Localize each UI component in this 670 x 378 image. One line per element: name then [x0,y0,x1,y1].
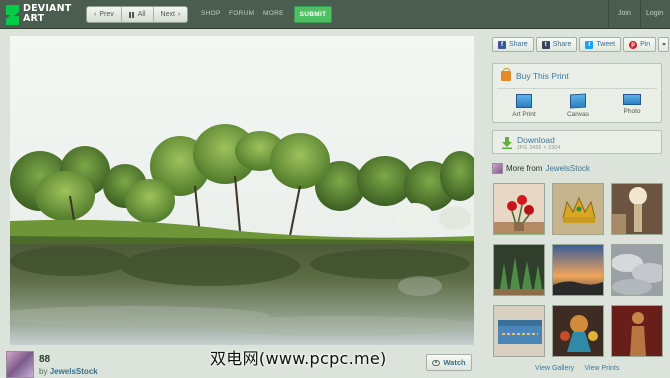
twitter-icon: t [585,40,594,49]
share-label: Pin [640,41,651,48]
download-meta: JPG 3456 × 2304 [517,145,561,151]
facebook-share-button[interactable]: f Share [492,37,534,52]
twitter-share-button[interactable]: t Tweet [579,37,622,52]
statue-thumb [612,306,662,356]
gallery-thumb[interactable] [552,183,604,235]
watch-button[interactable]: Watch [426,354,472,371]
divider [497,88,657,89]
watch-label: Watch [443,358,466,367]
nav-forum[interactable]: FORUM [229,10,254,17]
buy-print-header[interactable]: Buy This Print [501,68,569,81]
more-from-author-link[interactable]: JewelsStock [545,164,589,173]
art-print-icon [516,94,532,108]
top-bar: DEVIANT ART ‹ Prev All Next › SHOP FORUM… [0,0,670,29]
red-tulips-thumb [494,184,544,234]
submit-button[interactable]: SUBMIT [294,6,332,23]
next-label: Next [160,11,175,18]
separator-dot: · [578,365,581,372]
deviantart-logo[interactable]: DEVIANT ART [6,3,76,26]
blue-box-thumb [494,306,544,356]
crown-thumb [553,184,603,234]
chevron-right-icon: › [177,11,181,18]
deviantart-logo-icon [6,5,19,25]
download-panel[interactable]: Download JPG 3456 × 2304 [492,130,662,154]
gallery-thumb[interactable] [493,183,545,235]
by-prefix: by [39,367,48,376]
browse-nav-group: ‹ Prev All Next › [86,6,189,23]
buy-print-title: Buy This Print [516,71,569,81]
top-divider [608,0,609,29]
cloudy-sky-thumb [612,245,662,295]
share-label: Share [509,41,528,48]
download-arrow-icon [502,137,512,149]
more-share-dropdown[interactable] [658,37,670,52]
art-print-option[interactable]: Art Print [501,94,547,118]
pinterest-icon: p [629,40,638,49]
view-prints-link[interactable]: View Prints [585,365,620,372]
author-mini-avatar[interactable] [492,163,503,174]
download-title: Download [517,135,555,145]
grid-icon [128,11,135,18]
share-label: Share [552,41,572,48]
figurine-thumb [553,306,603,356]
share-label: Tweet [596,41,616,48]
canvas-icon [570,93,586,109]
cactus-thumb [494,245,544,295]
artwork-image[interactable] [10,36,474,345]
gallery-thumb[interactable] [611,244,663,296]
favourites-count: 88 [39,354,51,365]
prev-button[interactable]: ‹ Prev [87,7,122,22]
canvas-option[interactable]: Canvas [555,93,601,118]
all-label: All [137,11,146,18]
sunset-sky-thumb [553,245,603,295]
gallery-thumb[interactable] [611,183,663,235]
login-link[interactable]: Login [646,10,663,17]
shopping-bag-icon [501,68,511,81]
nav-shop[interactable]: SHOP [201,10,221,17]
all-button[interactable]: All [122,7,154,22]
next-button[interactable]: Next › [154,7,188,22]
watermark-text: 双电网(www.pcpc.me) [210,349,387,368]
share-bar: f Share t Share t Tweet p Pin [492,37,670,52]
art-print-label: Art Print [512,111,536,118]
facebook-icon: f [498,40,506,49]
chevron-left-icon: ‹ [94,11,97,18]
lake-trees-photo [10,36,474,345]
gallery-thumb[interactable] [552,244,604,296]
tumblr-icon: t [541,40,550,49]
author-link[interactable]: JewelsStock [50,367,98,376]
canvas-label: Canvas [566,111,590,118]
tumblr-share-button[interactable]: t Share [535,37,578,52]
pinterest-share-button[interactable]: p Pin [623,37,657,52]
nav-more[interactable]: MORE [263,10,284,17]
logo-text-line2: ART [23,13,45,24]
photo-option[interactable]: Photo [609,94,655,115]
eye-icon [432,359,441,366]
gallery-thumb[interactable] [552,305,604,357]
prev-label: Prev [99,11,114,18]
gallery-footer: View Gallery · View Prints [535,365,619,372]
join-link[interactable]: Join [618,10,631,17]
author-avatar[interactable] [6,351,34,378]
gallery-thumb[interactable] [611,305,663,357]
view-gallery-link[interactable]: View Gallery [535,365,574,372]
author-byline: by JewelsStock [39,367,98,376]
more-from-prefix: More from [506,164,543,173]
lamp-thumb [612,184,662,234]
gallery-thumb[interactable] [493,244,545,296]
more-from-header: More from JewelsStock [492,163,590,174]
chevron-down-icon [661,43,666,46]
gallery-thumb[interactable] [493,305,545,357]
photo-icon [623,94,641,105]
top-divider [640,0,641,29]
buy-print-panel: Buy This Print Art Print Canvas Photo [492,63,662,123]
photo-label: Photo [623,108,641,115]
